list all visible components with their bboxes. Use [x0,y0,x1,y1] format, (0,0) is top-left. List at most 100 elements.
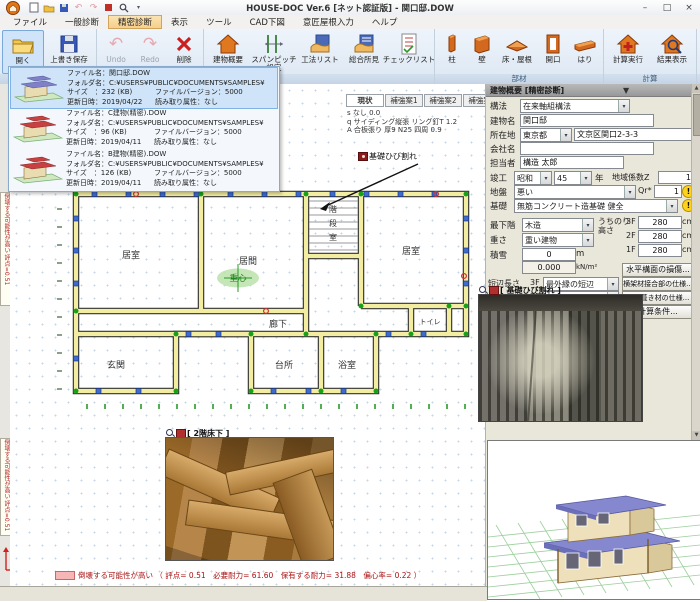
undo-icon[interactable]: ↶ [72,2,85,14]
room-label: 台所 [275,359,293,371]
person-field[interactable] [520,156,624,169]
zoom-icon[interactable] [117,2,130,14]
open-file-icon[interactable] [42,2,55,14]
file-readonly: 読み取り属性：なし [154,179,217,189]
wall-button[interactable]: 壁 [467,30,497,74]
svg-text:段: 段 [329,218,337,228]
house-3d-model [488,441,700,599]
building-name-field[interactable] [520,114,654,127]
floor-plan[interactable]: 重心 居室 居間 居室 階 段 室 廊下 玄関 台所 浴室 トイレ [66,186,484,404]
chevron-down-icon: ▾ [560,129,571,141]
beam-joint-spec-button[interactable]: 横架材接合部の仕様... [622,277,694,291]
menu-precise-diagnosis[interactable]: 精密診断 [108,15,162,29]
file-item-b-building[interactable]: ファイル名：B建物(精密).DOW フォルダ名：C:¥USERS¥PUBLIC¥… [10,149,276,189]
menu-view[interactable]: 表示 [162,15,197,29]
pillar-button[interactable]: 柱 [437,30,467,74]
menu-help[interactable]: ヘルプ [363,15,407,29]
svg-text:室: 室 [329,232,337,242]
model-3d-view[interactable] [487,440,700,600]
calc-group-label: 計算 [604,74,696,84]
menu-design-roof-input[interactable]: 意匠屋根入力 [294,15,363,29]
weight-select[interactable]: 重い建物▾ [522,233,594,247]
height-1f-field[interactable] [638,244,682,257]
zone-factor-field[interactable] [658,171,694,184]
checklist-button[interactable]: チェックリスト [386,30,432,74]
opening-button[interactable]: 開口 [537,30,569,74]
company-label: 会社名 [490,143,516,155]
foundation-select[interactable]: 無筋コンクリート造基礎 健全▾ [514,199,678,213]
quickbar-dropdown-icon[interactable]: ▾ [132,2,145,14]
panel-collapse-icon[interactable]: ▼ [620,84,633,96]
menu-file[interactable]: ファイル [4,15,56,29]
magnifier-icon[interactable] [479,286,488,295]
camera-icon[interactable] [489,286,499,295]
era-select[interactable]: 昭和▾ [514,171,552,185]
overall-findings-button[interactable]: 総合所見 [342,30,386,74]
floor-3f-label: 3F [626,217,636,226]
redo-icon[interactable]: ↷ [87,2,100,14]
year-select[interactable]: 45▾ [554,171,592,185]
annotation-arrow [300,158,440,218]
menu-tools[interactable]: ツール [197,15,241,29]
status-bar [0,586,487,601]
lowest-floor-label: 最下階 [490,219,516,231]
tab-current-state[interactable]: 現状 [346,94,384,107]
legend-line: A 合板張り 厚9 N25 四周 0.9 [347,126,457,135]
horizontal-plane-damage-button[interactable]: 水平構面の損傷... [622,263,694,277]
delete-icon[interactable] [102,2,115,14]
height-2f-field[interactable] [638,230,682,243]
scroll-down-icon[interactable]: ▼ [692,431,700,440]
menu-cad-underlay[interactable]: CAD下図 [241,15,294,29]
file-item-sekiguchi[interactable]: ファイル名：関口邸.DOW フォルダ名：C:¥USERS¥PUBLIC¥DOCU… [10,67,278,109]
snow-label: 積雪 [490,249,507,261]
ground-select[interactable]: 悪い▾ [514,185,636,199]
file-size: サイズ ：96 (KB) [66,128,154,138]
panel-scrollbar[interactable]: ▲ ▼ [691,84,700,440]
address-field[interactable] [574,128,698,141]
company-field[interactable] [520,142,654,155]
tab-reinforcement-1[interactable]: 補強案1 [385,94,423,107]
file-item-c-building[interactable]: ファイル名：C建物(精密).DOW フォルダ名：C:¥USERS¥PUBLIC¥… [10,108,276,148]
snow-depth-field[interactable] [522,248,576,261]
menu-general-diagnosis[interactable]: 一般診断 [56,15,108,29]
prefecture-select[interactable]: 東京都▾ [520,128,572,142]
result-color-swatch [55,571,75,580]
show-results-button[interactable]: 結果表示 [650,30,694,74]
qr-label: Qr* [638,186,652,195]
file-version: ファイルバージョン：5000 [154,128,242,138]
save-icon[interactable] [57,2,70,14]
file-name: ファイル名：B建物(精密).DOW [66,150,276,160]
scrollbar-thumb[interactable] [693,94,700,136]
underfloor-photo[interactable] [165,437,334,561]
room-label: 玄関 [107,359,125,371]
year-unit-label: 年 [595,172,604,184]
method-list-button[interactable]: 工法リスト [298,30,342,74]
floppy-icon [59,32,79,56]
height-3f-field[interactable] [638,216,682,229]
scroll-up-icon[interactable]: ▲ [692,84,700,93]
run-calculation-button[interactable]: 計算実行 [606,30,650,74]
floor-roof-button[interactable]: 床・屋根 [497,30,537,74]
lowest-floor-select[interactable]: 木造▾ [522,218,594,232]
construction-select[interactable]: 在来軸組構法▾ [520,99,630,113]
tab-reinforcement-2[interactable]: 補強案2 [424,94,462,107]
file-date: 更新日時：2019/04/22 [67,98,155,108]
ribbon-group-parts: 柱 壁 床・屋根 開口 はり 部 [435,29,604,84]
zone-factor-label: 地域係数Z [612,172,649,183]
new-file-icon[interactable] [27,2,40,14]
file-date: 更新日時：2019/04/11 [66,179,154,189]
qr-field[interactable] [654,185,682,198]
maximize-button[interactable]: □ [656,1,678,15]
file-name: ファイル名：C建物(精密).DOW [66,109,276,119]
beam-button[interactable]: はり [569,30,601,74]
minimize-button[interactable]: – [634,1,656,15]
open-folder-icon [11,33,35,57]
checklist-icon [400,32,418,56]
close-button[interactable]: × [678,1,700,15]
location-label: 所在地 [490,129,516,141]
scheme-tabs: 現状 補強案1 補強案2 補強案3 [346,94,502,107]
center-of-gravity-label: 重心 [229,273,247,284]
house-thumbnail-purple [11,71,67,105]
foundation-crack-photo[interactable] [478,294,643,422]
app-icon[interactable] [0,0,26,15]
